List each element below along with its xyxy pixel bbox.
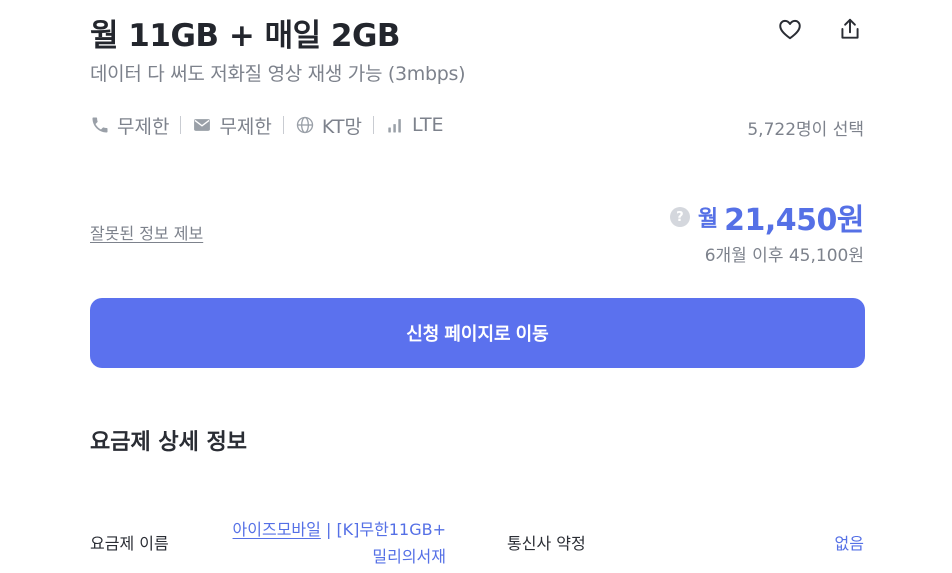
plan-name-label: 요금제 이름 (90, 534, 169, 553)
price-prefix: 월 (697, 207, 719, 232)
selected-count: 5,722명이 선택 (747, 120, 864, 140)
message-icon (194, 119, 211, 131)
share-button[interactable] (835, 14, 865, 44)
signal-icon (388, 119, 401, 133)
phone-icon (92, 117, 108, 133)
plan-name-value-sep[interactable]: | [K]무한11GB+ (321, 520, 446, 539)
plan-name-value-line2[interactable]: 밀리의서재 (372, 547, 446, 566)
favorite-button[interactable] (775, 14, 805, 44)
globe-icon (296, 116, 314, 134)
plan-features: 무제한 무제한 KT망 LTE (90, 111, 444, 139)
price-after-promo: 6개월 이후 45,100원 (704, 246, 864, 266)
feature-voice-label: 무제한 (117, 115, 170, 138)
contract-label: 통신사 약정 (507, 534, 586, 553)
price-row: ? 월 21,450원 (669, 195, 864, 239)
contract-value: 없음 (834, 534, 864, 553)
report-error-link[interactable]: 잘못된 정보 제보 (90, 220, 203, 244)
plan-title: 월 11GB + 매일 2GB (90, 18, 401, 54)
share-icon (841, 18, 859, 39)
feature-message-label: 무제한 (219, 115, 272, 138)
feature-divider (372, 116, 374, 134)
plan-subtitle: 데이터 다 써도 저화질 영상 재생 가능 (3mbps) (90, 63, 466, 85)
feature-generation-label: LTE (411, 114, 444, 136)
apply-page-button[interactable]: 신청 페이지로 이동 (90, 298, 865, 368)
feature-network: KT망 (295, 112, 362, 139)
feature-generation: LTE (385, 114, 444, 136)
feature-divider (282, 116, 284, 134)
plan-name-link[interactable]: 아이즈모바일 | [K]무한11GB+ 밀리의서재 (220, 516, 446, 570)
help-icon[interactable]: ? (669, 207, 690, 227)
feature-voice: 무제한 (90, 112, 169, 139)
heart-icon (779, 19, 801, 40)
details-section-title: 요금제 상세 정보 (90, 430, 247, 455)
plan-name-value-line1[interactable]: 아이즈모바일 (233, 520, 321, 539)
feature-divider (180, 116, 182, 134)
feature-network-label: KT망 (321, 115, 362, 138)
feature-message: 무제한 (192, 112, 272, 139)
monthly-price: 21,450원 (724, 203, 864, 238)
